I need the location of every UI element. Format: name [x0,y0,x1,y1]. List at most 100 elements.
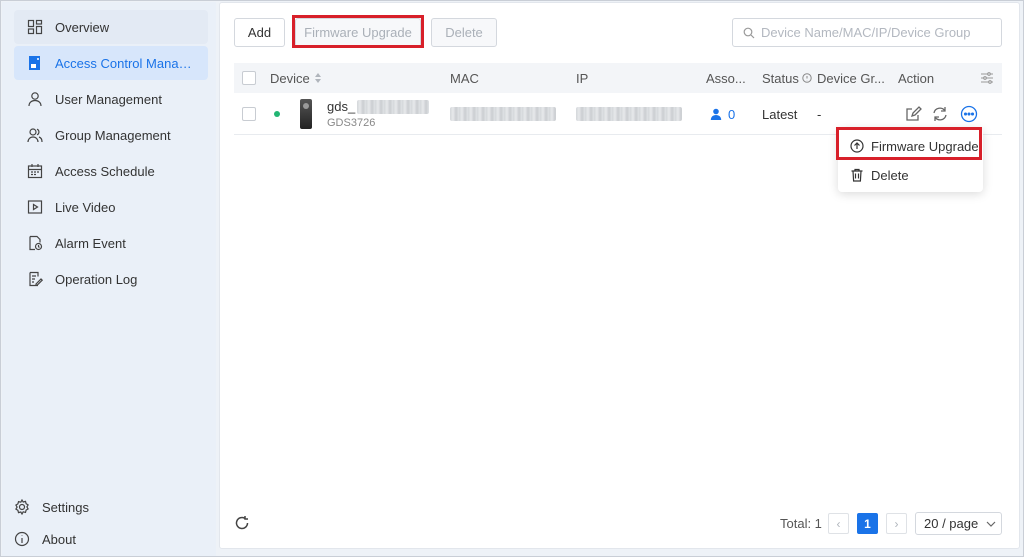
settings-button[interactable]: Settings [14,493,89,521]
sort-icon[interactable] [314,72,322,84]
sidebar-item-user-management[interactable]: User Management [14,82,208,116]
main-panel: Add Firmware Upgrade Delete Device MAC I… [219,2,1020,549]
page-number-button[interactable]: 1 [857,513,878,534]
chevron-right-icon: › [894,516,899,531]
device-group-cell: - [817,93,821,135]
search-input[interactable] [761,25,991,40]
device-image [300,99,312,129]
sidebar-item-group-management[interactable]: Group Management [14,118,208,152]
column-label: Status [762,70,799,86]
column-label: IP [576,70,589,86]
firmware-upgrade-button[interactable]: Firmware Upgrade [295,18,421,47]
menu-item-delete[interactable]: Delete [838,161,983,189]
column-associated: Asso... [706,63,748,93]
sidebar-item-label: Operation Log [55,271,138,287]
column-device-group: Device Gr... [817,63,887,93]
refresh-icon[interactable] [234,515,250,531]
chevron-down-icon [986,521,996,527]
add-button[interactable]: Add [234,18,285,47]
associated-users-link[interactable]: 0 [710,93,735,135]
sidebar-item-label: Access Control Manag... [55,55,195,71]
dashboard-grid-icon [27,19,43,35]
sidebar-item-label: Access Schedule [55,163,155,179]
sidebar-item-label: Group Management [55,127,171,143]
video-icon [27,199,43,215]
more-options-icon[interactable] [960,105,978,123]
device-model: GDS3726 [327,117,376,129]
column-label: MAC [450,70,479,86]
row-checkbox[interactable] [242,107,256,121]
column-status: Status [762,63,812,93]
column-mac: MAC [450,63,479,93]
select-all-checkbox[interactable] [242,63,256,93]
chevron-left-icon: ‹ [836,516,841,531]
column-label: Device Gr... [817,70,885,86]
column-label: Asso... [706,70,746,86]
sidebar-item-label: User Management [55,91,162,107]
alarm-event-icon [27,235,43,251]
column-label: Action [898,70,935,86]
sidebar-item-operation-log[interactable]: Operation Log [14,262,208,296]
device-name-cell: gds_ GDS3726 [327,93,430,135]
sidebar-item-access-control[interactable]: Access Control Manag... [14,46,208,80]
device-name: gds_ [327,99,356,114]
group-icon [27,127,43,143]
settings-label: Settings [42,499,89,515]
associated-users-count: 0 [728,106,736,122]
device-group: - [817,106,822,122]
search-box[interactable] [732,18,1002,47]
about-button[interactable]: About [14,525,76,553]
user-icon [710,108,722,120]
pagination-total: Total: 1 [780,516,822,531]
sidebar-item-label: Live Video [55,199,116,215]
info-icon [14,531,30,547]
redacted-device-name [357,99,430,114]
gear-icon [14,499,30,515]
menu-item-label: Firmware Upgrade [871,138,979,154]
online-dot [274,111,280,117]
sidebar-item-label: Overview [55,19,110,35]
column-label: Device [270,70,310,86]
calendar-icon [27,163,43,179]
about-label: About [42,531,76,547]
status-cell: Latest [762,93,797,135]
redacted-mac [450,107,556,121]
prev-page-button[interactable]: ‹ [828,513,849,534]
column-action: Action [898,63,934,93]
sync-icon[interactable] [931,105,949,123]
delete-button[interactable]: Delete [431,18,497,47]
app-window: Overview Access Control Manag... User Ma… [0,0,1024,557]
menu-item-label: Delete [871,167,909,183]
upload-icon [850,139,864,153]
page-size-value: 20 / page [924,516,979,531]
online-status-indicator [274,93,280,135]
sidebar-item-alarm-event[interactable]: Alarm Event [14,226,208,260]
redacted-ip [576,107,682,121]
access-control-icon [27,55,43,71]
next-page-button[interactable]: › [886,513,907,534]
ip-cell [576,93,682,135]
log-icon [27,271,43,287]
sidebar: Overview Access Control Manag... User Ma… [2,2,216,556]
trash-icon [850,168,864,182]
page-size-select[interactable]: 20 / page [915,512,1002,535]
search-icon [743,27,755,39]
actions-dropdown-menu: Firmware Upgrade Delete [838,128,983,192]
user-icon [27,91,43,107]
device-image-cell [300,93,312,135]
checkbox[interactable] [242,71,256,85]
edit-icon[interactable] [904,105,922,123]
column-settings-icon[interactable] [980,63,994,93]
help-icon[interactable] [802,73,812,83]
column-ip: IP [576,63,588,93]
table-header: Device MAC IP Asso... Status Device Gr..… [234,63,1002,93]
sidebar-item-overview[interactable]: Overview [14,10,208,44]
sidebar-item-access-schedule[interactable]: Access Schedule [14,154,208,188]
column-device[interactable]: Device [270,63,322,93]
row-checkbox-cell[interactable] [242,93,256,135]
sidebar-item-live-video[interactable]: Live Video [14,190,208,224]
firmware-status: Latest [762,106,798,122]
mac-cell [450,93,556,135]
menu-item-firmware-upgrade[interactable]: Firmware Upgrade [838,132,983,160]
sidebar-item-label: Alarm Event [55,235,126,251]
